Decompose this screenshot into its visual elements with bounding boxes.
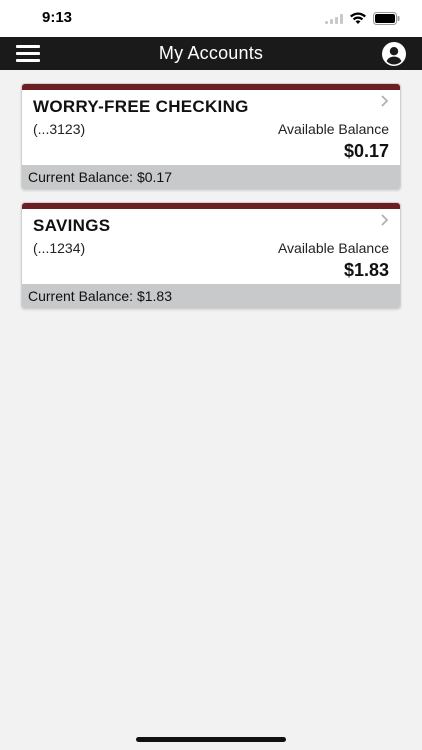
available-balance-label: Available Balance: [277, 240, 389, 256]
account-card-checking[interactable]: WORRY-FREE CHECKING (...3123) Available …: [21, 83, 401, 190]
chevron-right-icon[interactable]: [380, 214, 389, 226]
card-body: WORRY-FREE CHECKING (...3123) Available …: [22, 90, 400, 165]
wifi-icon: [350, 12, 366, 24]
card-body: SAVINGS (...1234) Available Balance $1.8…: [22, 209, 400, 284]
account-number: (...3123): [33, 121, 86, 137]
chevron-right-icon[interactable]: [380, 95, 389, 107]
status-time: 9:13: [42, 9, 73, 26]
current-balance: Current Balance: $0.17: [22, 165, 400, 189]
current-balance: Current Balance: $1.83: [22, 284, 400, 308]
current-balance-text: Current Balance: $1.83: [28, 288, 172, 304]
account-name: SAVINGS: [33, 216, 111, 235]
available-balance-value: $1.83: [343, 260, 389, 280]
screen: 9:13 My Accounts WORRY-FREE CHECKING (..…: [0, 0, 422, 750]
battery-icon: [373, 12, 400, 25]
available-balance-label: Available Balance: [277, 121, 389, 137]
account-name: WORRY-FREE CHECKING: [33, 97, 249, 116]
page-title: My Accounts: [158, 43, 264, 63]
profile-icon[interactable]: [382, 42, 406, 66]
account-number: (...1234): [33, 240, 86, 256]
signal-icon: [325, 14, 343, 24]
available-balance-value: $0.17: [343, 141, 389, 161]
current-balance-text: Current Balance: $0.17: [28, 169, 172, 185]
home-indicator[interactable]: [136, 737, 286, 742]
nav-bar: My Accounts: [0, 37, 422, 70]
status-bar: 9:13: [0, 0, 422, 37]
account-card-savings[interactable]: SAVINGS (...1234) Available Balance $1.8…: [21, 202, 401, 309]
